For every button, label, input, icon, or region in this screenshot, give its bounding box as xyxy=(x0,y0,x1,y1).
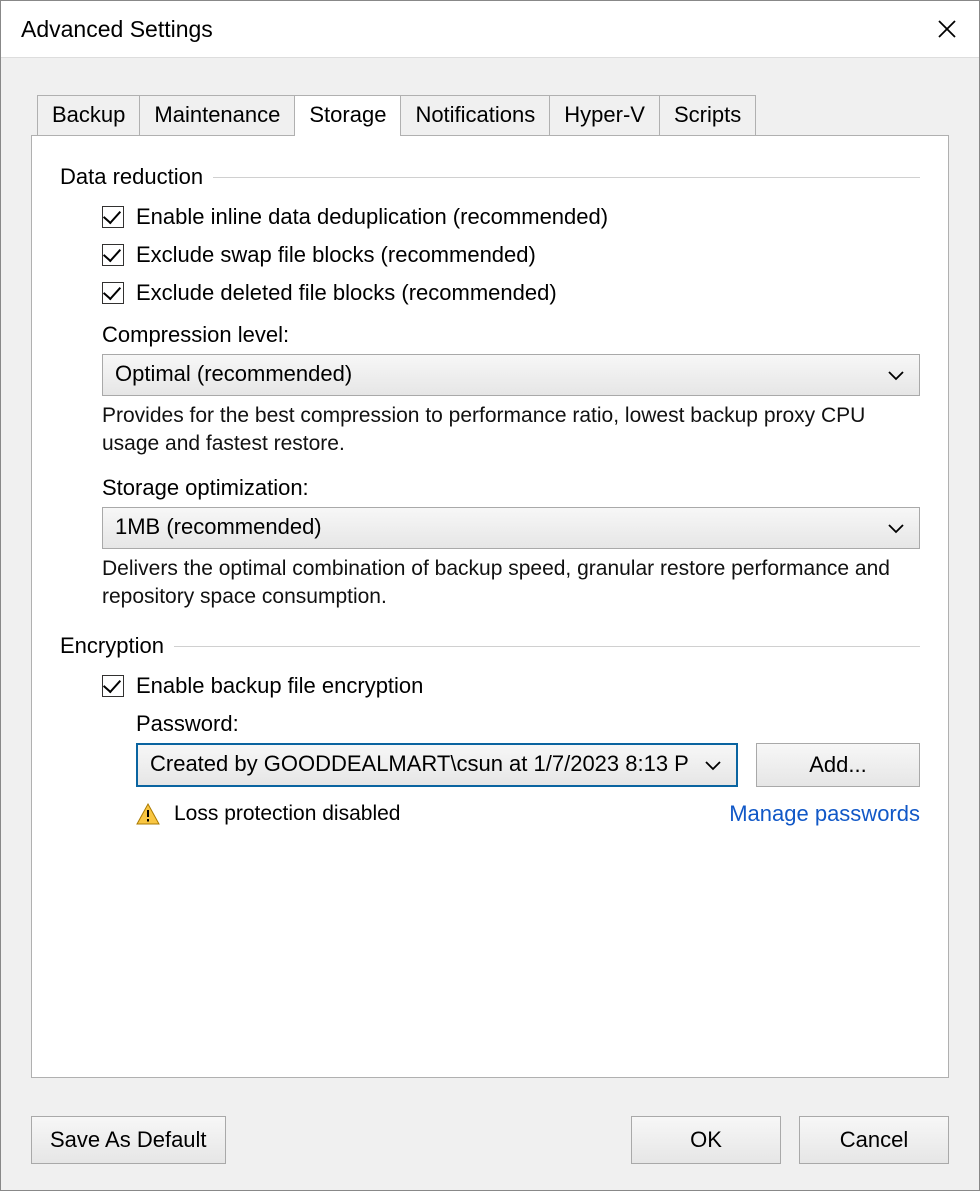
compression-dropdown[interactable]: Optimal (recommended) xyxy=(102,354,920,396)
dedup-label: Enable inline data deduplication (recomm… xyxy=(136,204,608,230)
tab-notifications[interactable]: Notifications xyxy=(400,95,550,136)
compression-hint: Provides for the best compression to per… xyxy=(102,402,920,459)
warning-icon xyxy=(136,802,160,826)
group-data-reduction-legend: Data reduction xyxy=(60,164,203,190)
group-data-reduction: Data reduction xyxy=(60,164,920,190)
group-encryption: Encryption xyxy=(60,633,920,659)
storage-opt-label: Storage optimization: xyxy=(102,475,920,501)
close-button[interactable] xyxy=(931,13,963,45)
add-password-button[interactable]: Add... xyxy=(756,743,920,787)
tab-backup[interactable]: Backup xyxy=(37,95,140,136)
footer-right: OK Cancel xyxy=(631,1116,949,1164)
window-title: Advanced Settings xyxy=(21,16,213,43)
close-icon xyxy=(937,19,957,39)
save-as-default-button[interactable]: Save As Default xyxy=(31,1116,226,1164)
dialog-client-area: Backup Maintenance Storage Notifications… xyxy=(1,57,979,1098)
enable-encryption-row: Enable backup file encryption xyxy=(102,673,920,699)
storage-opt-dropdown[interactable]: 1MB (recommended) xyxy=(102,507,920,549)
password-block: Password: Created by GOODDEALMART\csun a… xyxy=(102,711,920,827)
storage-panel: Data reduction Enable inline data dedupl… xyxy=(31,135,949,1078)
chevron-down-icon xyxy=(887,369,905,381)
data-reduction-body: Enable inline data deduplication (recomm… xyxy=(60,204,920,611)
storage-opt-hint: Delivers the optimal combination of back… xyxy=(102,555,920,612)
tabstrip: Backup Maintenance Storage Notifications… xyxy=(31,94,949,135)
compression-value: Optimal (recommended) xyxy=(115,361,352,386)
chevron-down-icon xyxy=(887,522,905,534)
dialog-footer: Save As Default OK Cancel xyxy=(1,1098,979,1190)
exclude-swap-checkbox[interactable] xyxy=(102,244,124,266)
password-label: Password: xyxy=(136,711,920,737)
group-encryption-legend: Encryption xyxy=(60,633,164,659)
divider xyxy=(174,646,920,647)
dedup-checkbox[interactable] xyxy=(102,206,124,228)
ok-button[interactable]: OK xyxy=(631,1116,781,1164)
manage-passwords-link[interactable]: Manage passwords xyxy=(729,801,920,827)
storage-opt-value: 1MB (recommended) xyxy=(115,514,322,539)
loss-protection-row: Loss protection disabled Manage password… xyxy=(136,801,920,827)
cancel-button[interactable]: Cancel xyxy=(799,1116,949,1164)
titlebar: Advanced Settings xyxy=(1,1,979,57)
chevron-down-icon xyxy=(704,759,722,771)
tab-scripts[interactable]: Scripts xyxy=(659,95,756,136)
divider xyxy=(213,177,920,178)
tab-maintenance[interactable]: Maintenance xyxy=(139,95,295,136)
enable-encryption-label: Enable backup file encryption xyxy=(136,673,423,699)
enable-encryption-checkbox[interactable] xyxy=(102,675,124,697)
compression-label: Compression level: xyxy=(102,322,920,348)
exclude-swap-row: Exclude swap file blocks (recommended) xyxy=(102,242,920,268)
password-row: Created by GOODDEALMART\csun at 1/7/2023… xyxy=(136,743,920,787)
exclude-deleted-row: Exclude deleted file blocks (recommended… xyxy=(102,280,920,306)
exclude-swap-label: Exclude swap file blocks (recommended) xyxy=(136,242,536,268)
password-value: Created by GOODDEALMART\csun at 1/7/2023… xyxy=(150,751,689,776)
password-dropdown[interactable]: Created by GOODDEALMART\csun at 1/7/2023… xyxy=(136,743,738,787)
loss-protection-text: Loss protection disabled xyxy=(174,802,400,826)
tab-storage[interactable]: Storage xyxy=(294,95,401,136)
exclude-deleted-label: Exclude deleted file blocks (recommended… xyxy=(136,280,557,306)
exclude-deleted-checkbox[interactable] xyxy=(102,282,124,304)
dedup-row: Enable inline data deduplication (recomm… xyxy=(102,204,920,230)
advanced-settings-dialog: Advanced Settings Backup Maintenance Sto… xyxy=(0,0,980,1191)
encryption-body: Enable backup file encryption Password: … xyxy=(60,673,920,827)
tab-hyper-v[interactable]: Hyper-V xyxy=(549,95,660,136)
